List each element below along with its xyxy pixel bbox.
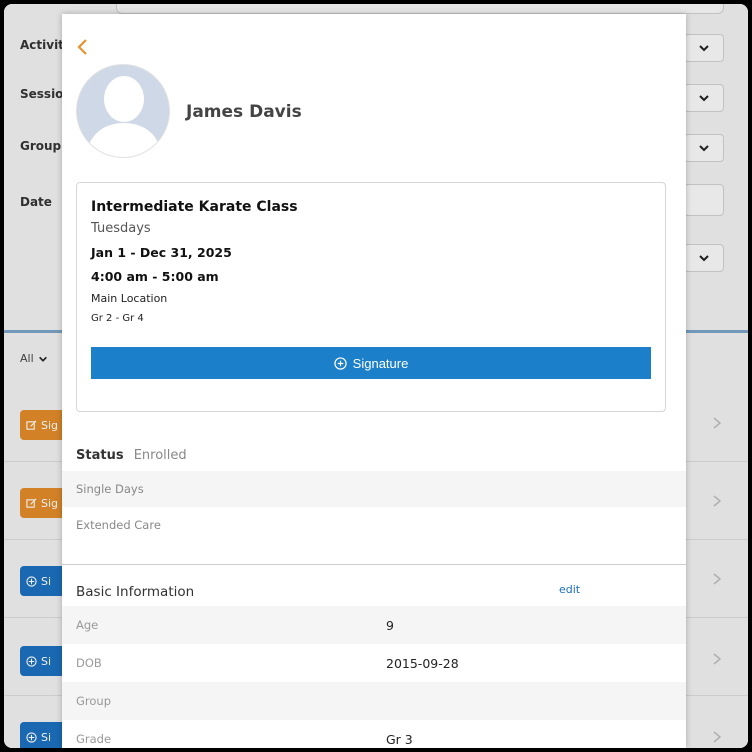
class-grades: Gr 2 - Gr 4 (91, 313, 144, 324)
app-frame: Activity Session Group Date All Sig Sig … (4, 4, 748, 748)
class-title: Intermediate Karate Class (91, 199, 298, 215)
info-value: Gr 3 (386, 731, 413, 747)
edit-link[interactable]: edit (559, 583, 580, 596)
list-item: Single Days (62, 471, 686, 507)
info-label: Group (76, 694, 112, 708)
info-label: Grade (76, 732, 112, 746)
participant-detail-modal: James Davis Intermediate Karate Class Tu… (62, 14, 686, 748)
class-card: Intermediate Karate Class Tuesdays Jan 1… (76, 182, 666, 412)
chevron-left-icon (77, 39, 87, 55)
status-row: Status Enrolled (76, 448, 187, 463)
section-divider (62, 564, 686, 565)
info-label: Age (76, 618, 99, 632)
participant-name: James Davis (186, 102, 302, 122)
info-label: DOB (76, 656, 102, 670)
signature-button-label: Signature (352, 355, 409, 371)
option-label: Single Days (76, 482, 144, 496)
class-days: Tuesdays (91, 221, 151, 236)
info-value: 9 (386, 617, 394, 633)
signature-button[interactable]: Signature (91, 347, 651, 379)
user-silhouette-icon (77, 65, 169, 157)
plus-circle-icon (333, 356, 347, 370)
status-value: Enrolled (133, 448, 187, 463)
class-date-range: Jan 1 - Dec 31, 2025 (91, 245, 232, 260)
back-button[interactable] (76, 36, 94, 58)
table-row: Age 9 (62, 606, 686, 644)
info-value: 2015-09-28 (386, 655, 459, 671)
option-label: Extended Care (76, 518, 161, 532)
table-row: Grade Gr 3 (62, 720, 686, 748)
class-location: Main Location (91, 292, 168, 305)
table-row: Group (62, 682, 686, 720)
list-item: Extended Care (62, 507, 686, 543)
table-row: DOB 2015-09-28 (62, 644, 686, 682)
avatar (76, 64, 170, 158)
status-label: Status (76, 448, 124, 463)
basic-info-title: Basic Information (76, 584, 195, 600)
class-time: 4:00 am - 5:00 am (91, 269, 219, 284)
